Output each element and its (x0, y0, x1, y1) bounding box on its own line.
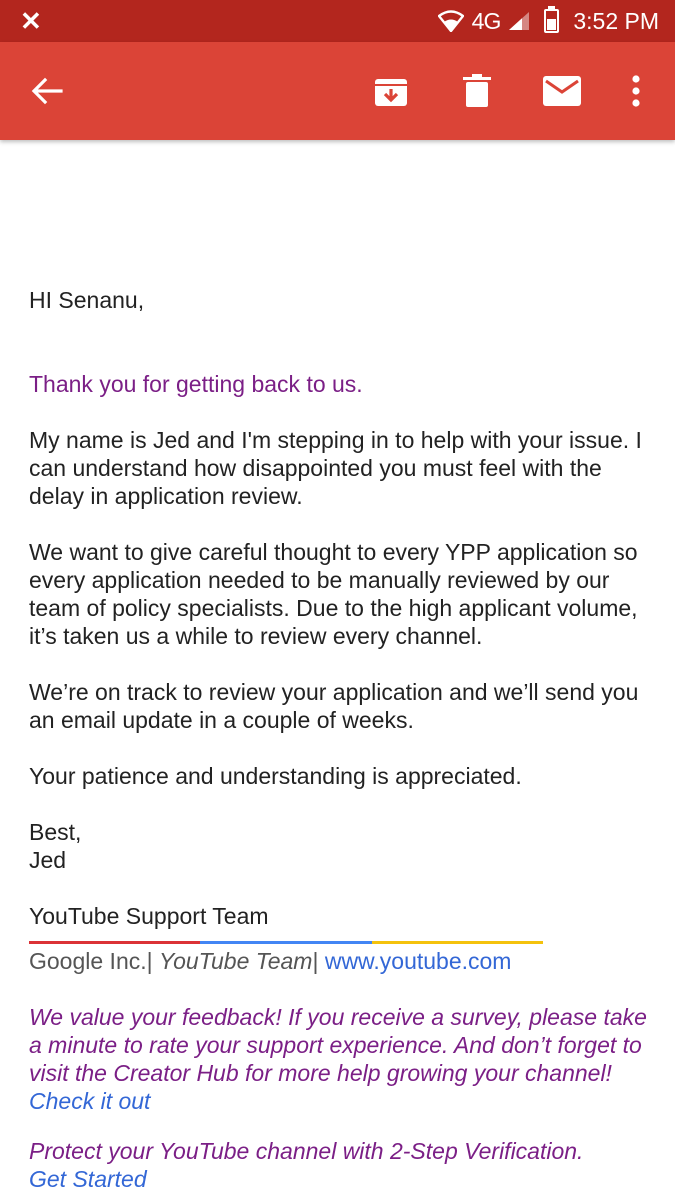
signature-line: Google Inc.| YouTube Team| www.youtube.c… (29, 947, 659, 975)
check-it-out-link[interactable]: Check it out (29, 1088, 150, 1114)
thanks-line: Thank you for getting back to us. (29, 371, 363, 397)
paragraph-review: We want to give careful thought to every… (29, 539, 638, 649)
archive-icon (375, 79, 407, 106)
google-color-divider (29, 941, 543, 944)
feedback-paragraph: We value your feedback! If you receive a… (29, 1003, 659, 1115)
protect-text: Protect your YouTube channel with 2-Step… (29, 1138, 584, 1164)
greeting: HI Senanu, (29, 287, 145, 313)
delete-icon (463, 74, 491, 107)
closing: Best, (29, 819, 82, 845)
clock: 3:52 PM (573, 7, 659, 34)
protect-paragraph: Protect your YouTube channel with 2-Step… (29, 1137, 659, 1193)
status-bar: ✕ 4G 3:52 PM (0, 0, 675, 42)
get-started-link[interactable]: Get Started (29, 1166, 147, 1192)
delete-button[interactable] (452, 66, 502, 116)
signer-name: Jed (29, 847, 67, 873)
back-arrow-icon (31, 77, 63, 105)
paragraph-patience: Your patience and understanding is appre… (29, 763, 522, 789)
team-name: YouTube Support Team (29, 903, 269, 929)
more-vert-icon (632, 75, 640, 107)
mail-icon (543, 76, 581, 106)
youtube-link[interactable]: www.youtube.com (325, 948, 512, 974)
mark-unread-button[interactable] (537, 66, 587, 116)
signal-icon (509, 12, 530, 30)
paragraph-update: We’re on track to review your applicatio… (29, 679, 639, 733)
battery-icon (544, 6, 560, 33)
archive-button[interactable] (366, 66, 416, 116)
status-icons: 4G 3:52 PM (437, 6, 659, 36)
feedback-text: We value your feedback! If you receive a… (29, 1004, 647, 1086)
close-notification-icon[interactable]: ✕ (20, 8, 42, 34)
network-type: 4G (471, 7, 502, 34)
wifi-icon (437, 10, 464, 32)
back-button[interactable] (22, 66, 72, 116)
signature-separator: | (312, 948, 319, 974)
email-toolbar (0, 42, 675, 140)
signature-company: Google Inc.| (29, 948, 153, 974)
paragraph-intro: My name is Jed and I'm stepping in to he… (29, 427, 642, 509)
signature-team: YouTube Team (159, 948, 313, 974)
email-body: HI Senanu, Thank you for getting back to… (29, 140, 659, 1193)
more-options-button[interactable] (611, 66, 661, 116)
